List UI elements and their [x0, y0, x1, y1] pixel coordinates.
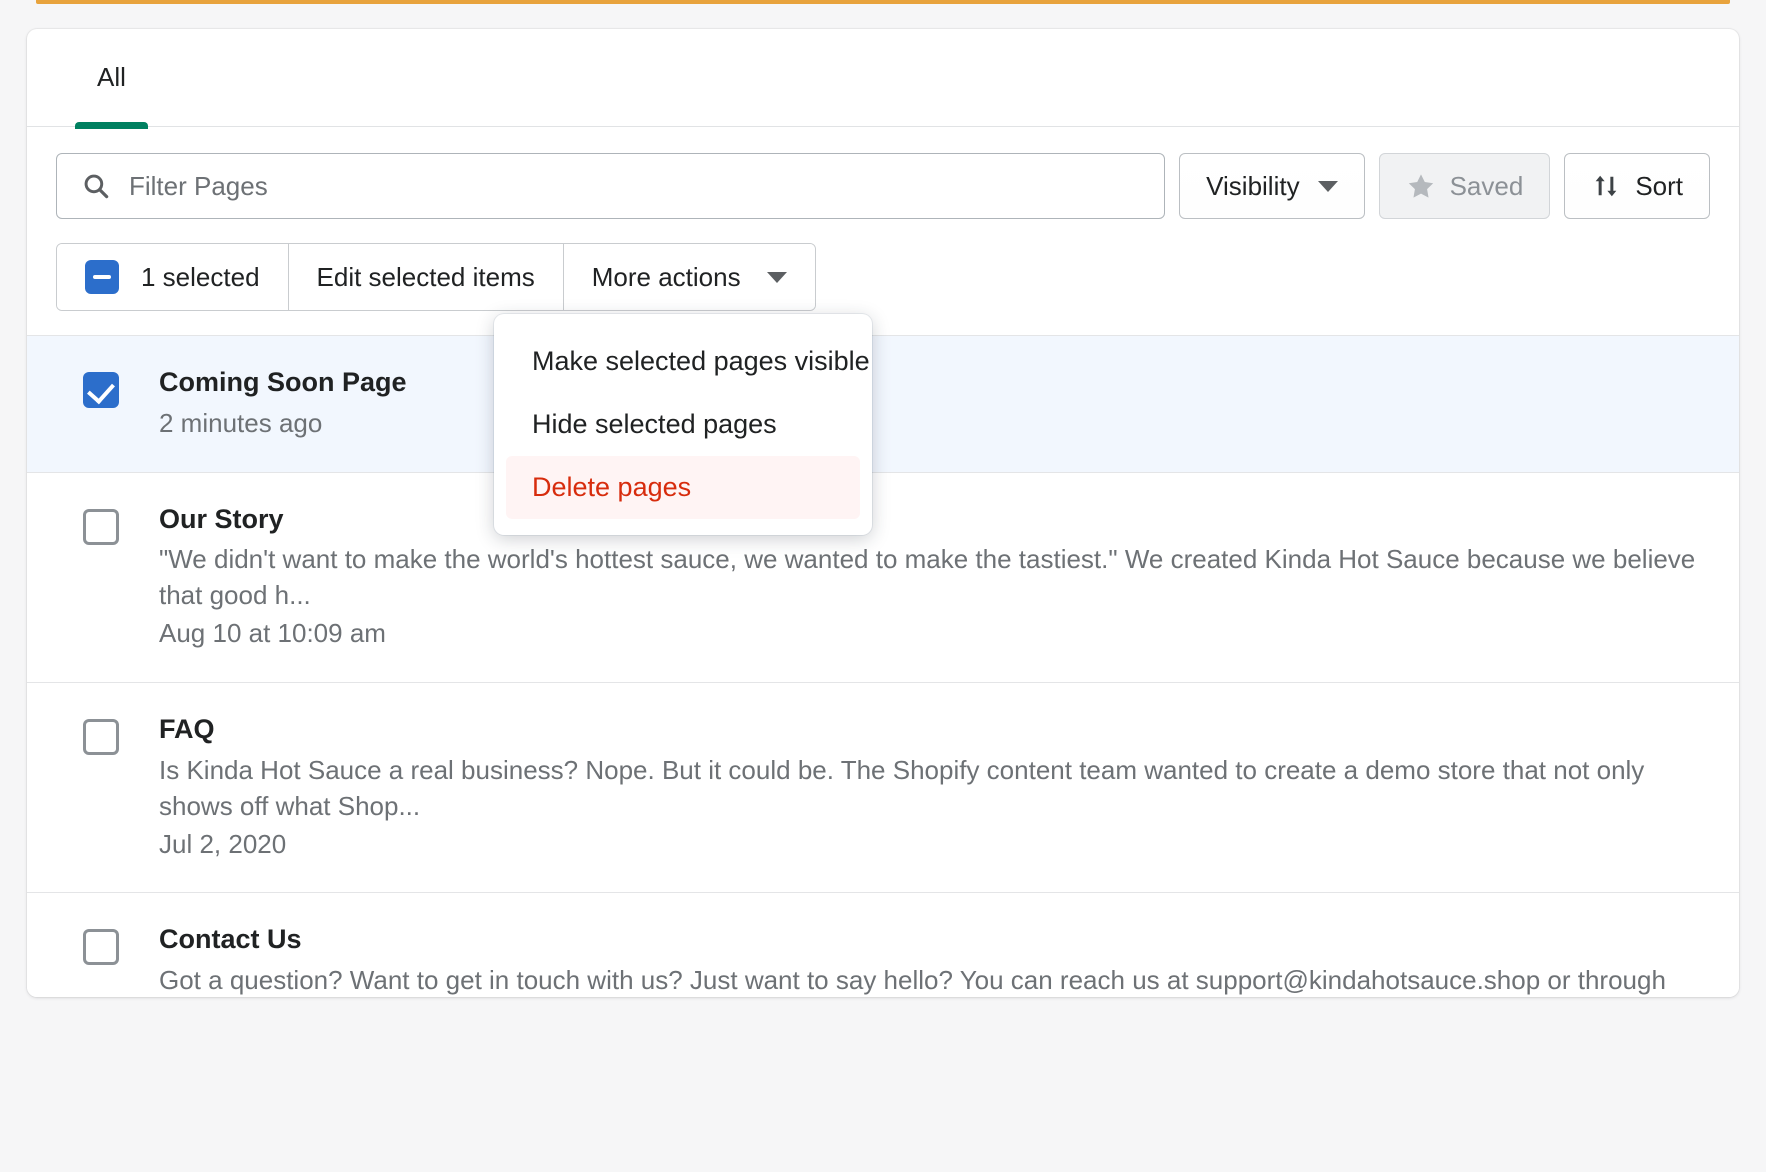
pages-list: Coming Soon Page 2 minutes ago Our Story… [27, 335, 1739, 997]
menu-item-hide-pages[interactable]: Hide selected pages [506, 393, 860, 456]
page-date: 2 minutes ago [159, 406, 1710, 442]
edit-selected-items-button[interactable]: Edit selected items [289, 244, 564, 310]
chevron-down-icon [1318, 181, 1338, 192]
sort-arrows-icon [1591, 171, 1621, 201]
table-row[interactable]: Contact Us Got a question? Want to get i… [27, 892, 1739, 997]
page-description: "We didn't want to make the world's hott… [159, 542, 1710, 614]
more-actions-button[interactable]: More actions [564, 244, 815, 310]
select-all-cell[interactable]: 1 selected [57, 244, 289, 310]
tab-active-indicator [75, 122, 148, 129]
table-row[interactable]: Coming Soon Page 2 minutes ago [27, 335, 1739, 472]
search-field-wrap [56, 153, 1165, 219]
page-date: Aug 10 at 10:09 am [159, 616, 1710, 652]
row-content: Our Story "We didn't want to make the wo… [159, 503, 1710, 652]
row-checkbox-wrap[interactable] [83, 923, 119, 965]
page-title[interactable]: Coming Soon Page [159, 366, 1710, 400]
row-checkbox-wrap[interactable] [83, 366, 119, 408]
sort-button-label: Sort [1635, 171, 1683, 202]
page-title[interactable]: FAQ [159, 713, 1710, 747]
row-content: Coming Soon Page 2 minutes ago [159, 366, 1710, 442]
menu-item-label: Make selected pages visible [532, 346, 870, 376]
row-checkbox[interactable] [83, 719, 119, 755]
page-description: Got a question? Want to get in touch wit… [159, 963, 1710, 997]
sort-button[interactable]: Sort [1564, 153, 1710, 219]
row-checkbox[interactable] [83, 372, 119, 408]
row-checkbox-wrap[interactable] [83, 713, 119, 755]
selected-count-label: 1 selected [141, 262, 260, 293]
row-content: Contact Us Got a question? Want to get i… [159, 923, 1710, 997]
row-content: FAQ Is Kinda Hot Sauce a real business? … [159, 713, 1710, 862]
menu-item-make-visible[interactable]: Make selected pages visible [506, 330, 860, 393]
bulk-actions-bar: 1 selected Edit selected items More acti… [56, 243, 816, 311]
pages-admin-screen: All Visibility Saved [0, 0, 1766, 1172]
search-input[interactable] [56, 153, 1165, 219]
saved-button-label: Saved [1450, 171, 1524, 202]
page-date: Jul 2, 2020 [159, 827, 1710, 863]
more-actions-label: More actions [592, 262, 741, 293]
saved-views-button[interactable]: Saved [1379, 153, 1551, 219]
table-row[interactable]: FAQ Is Kinda Hot Sauce a real business? … [27, 682, 1739, 892]
row-checkbox[interactable] [83, 929, 119, 965]
filter-toolbar: Visibility Saved Sort [27, 127, 1739, 219]
edit-selected-items-label: Edit selected items [317, 262, 535, 293]
row-checkbox-wrap[interactable] [83, 503, 119, 545]
menu-item-label: Hide selected pages [532, 409, 777, 439]
row-checkbox[interactable] [83, 509, 119, 545]
menu-item-delete-pages[interactable]: Delete pages [506, 456, 860, 519]
menu-item-label: Delete pages [532, 472, 691, 502]
more-actions-menu: Make selected pages visible Hide selecte… [494, 314, 872, 535]
select-all-checkbox[interactable] [85, 260, 119, 294]
table-row[interactable]: Our Story "We didn't want to make the wo… [27, 472, 1739, 682]
pages-card: All Visibility Saved [27, 29, 1739, 997]
page-description: Is Kinda Hot Sauce a real business? Nope… [159, 753, 1710, 825]
page-title[interactable]: Our Story [159, 503, 1710, 537]
visibility-button-label: Visibility [1206, 171, 1299, 202]
page-title[interactable]: Contact Us [159, 923, 1710, 957]
visibility-filter-button[interactable]: Visibility [1179, 153, 1364, 219]
tab-all-label: All [97, 62, 126, 93]
tab-list: All [27, 29, 1739, 127]
star-icon [1406, 172, 1436, 201]
top-accent-bar [36, 0, 1730, 4]
tab-all[interactable]: All [75, 29, 148, 127]
chevron-down-icon [767, 272, 787, 283]
